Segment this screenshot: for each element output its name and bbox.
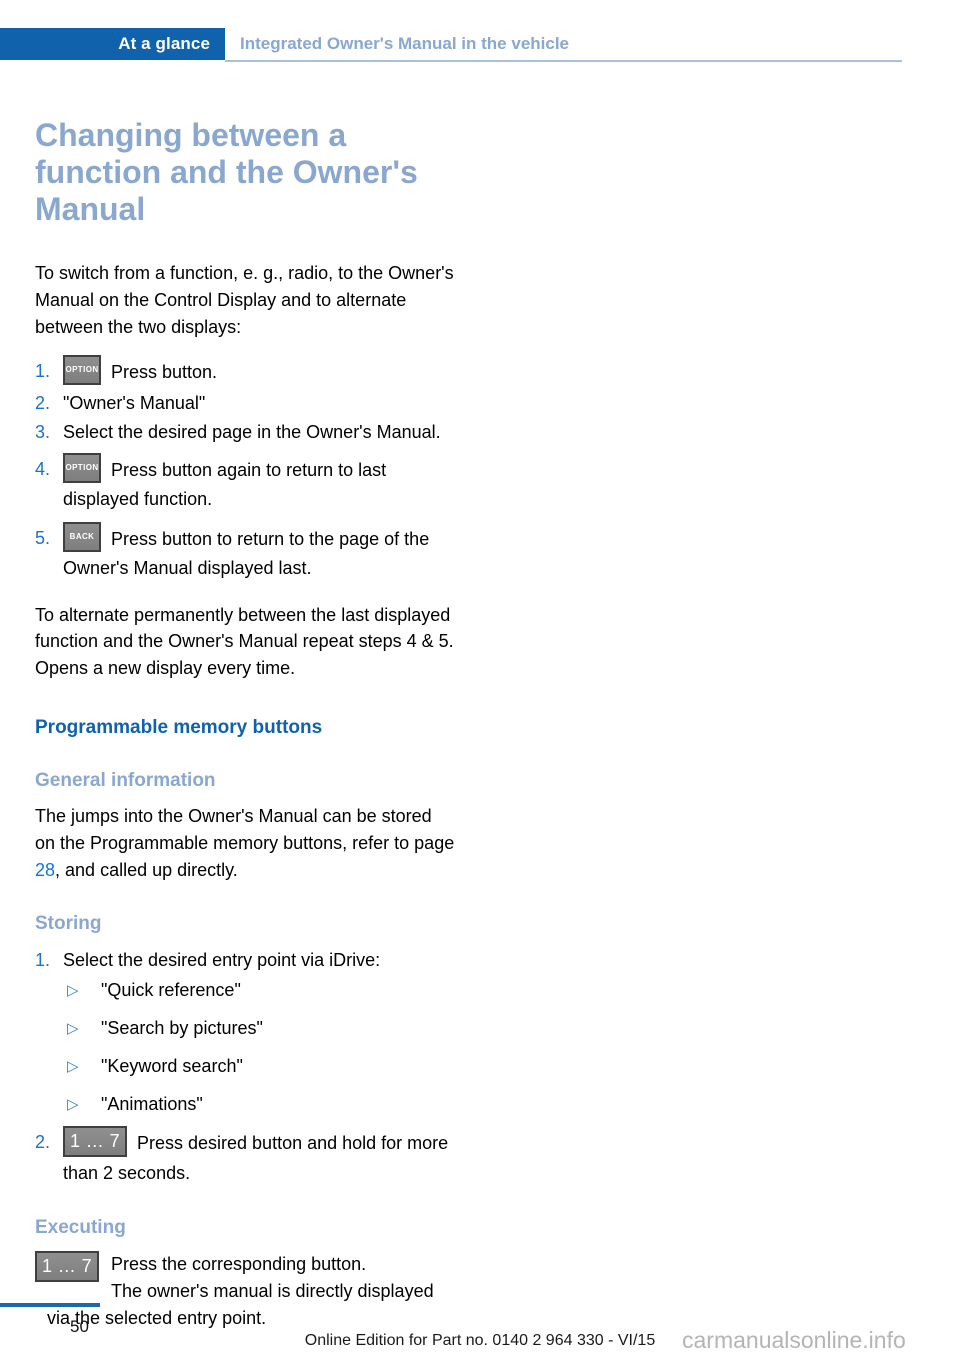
section-heading-changing: Changing between a function and the Owne… — [35, 117, 418, 228]
storing-steps-list: 1. Select the desired entry point via iD… — [35, 947, 455, 1187]
subsection-heading-general-information: General information — [35, 769, 216, 791]
option-label: "Search by pictures" — [101, 1018, 263, 1039]
memory-button-icon[interactable]: 1 … 7 — [63, 1125, 127, 1157]
header-divider-rule — [225, 60, 902, 62]
option-label: "Keyword search" — [101, 1055, 243, 1076]
step-item-5: 5. BACK Press button to return to the pag… — [35, 521, 455, 582]
general-text-before-ref: The jumps into the Owner's Manual can be… — [35, 806, 455, 854]
header-chapter-title: Integrated Owner's Manual in the vehicle — [240, 34, 570, 53]
option-label: "Quick reference" — [101, 980, 241, 1001]
step-item-1: 1. OPTION Press button. — [35, 355, 455, 388]
step-number: 1. — [35, 361, 51, 382]
executing-line-1: Press the corresponding button. — [111, 1254, 367, 1275]
step-number: 4. — [35, 458, 51, 479]
footer-divider-rule — [0, 1303, 100, 1307]
step-number: 5. — [35, 527, 51, 548]
step-number: 2. — [35, 393, 51, 414]
option-item-search-by-pictures[interactable]: ▷ "Search by pictures" — [63, 1015, 455, 1042]
page-reference-link[interactable]: 28 — [35, 860, 55, 880]
triangle-bullet-icon: ▷ — [67, 1095, 79, 1113]
header-tab-label: At a glance — [118, 34, 210, 53]
general-information-paragraph: The jumps into the Owner's Manual can be… — [35, 803, 455, 883]
option-item-quick-reference[interactable]: ▷ "Quick reference" — [63, 977, 455, 1004]
memory-button-icon[interactable]: 1 … 7 — [35, 1251, 99, 1283]
option-item-animations[interactable]: ▷ "Animations" — [63, 1091, 455, 1118]
executing-block: 1 … 7 Press the corresponding button. Th… — [35, 1251, 455, 1331]
subsection-heading-executing: Executing — [35, 1217, 126, 1239]
executing-line-2: The owner's manual is directly displayed… — [47, 1280, 434, 1328]
changing-steps-list: 1. OPTION Press button. 2. "Owner's Manua… — [35, 355, 455, 582]
storing-step-item-1: 1. Select the desired entry point via iD… — [35, 947, 455, 1118]
page-content: Changing between a function and the Owne… — [35, 96, 455, 1332]
step-text: Select the desired page in the Owner's M… — [63, 422, 441, 443]
header-section-tab: At a glance — [0, 28, 225, 60]
option-button-icon[interactable]: OPTION — [63, 452, 101, 483]
step-text: Press button again to return to last dis… — [63, 459, 387, 509]
step-text: Press button to return to the page of th… — [63, 528, 430, 578]
step-item-2: 2. "Owner's Manual" — [35, 390, 455, 417]
triangle-bullet-icon: ▷ — [67, 982, 79, 1000]
option-item-keyword-search[interactable]: ▷ "Keyword search" — [63, 1053, 455, 1080]
section-heading-memory-buttons: Programmable memory buttons — [35, 717, 323, 738]
step-text: "Owner's Manual" — [63, 393, 206, 414]
option-button-icon[interactable]: OPTION — [63, 355, 101, 386]
step-item-4: 4. OPTION Press button again to return to… — [35, 452, 455, 513]
changing-outro-paragraph: To alternate permanently between the las… — [35, 604, 454, 679]
changing-intro-paragraph: To switch from a function, e. g., radio,… — [35, 262, 454, 337]
storing-entry-point-options: ▷ "Quick reference" ▷ "Search by picture… — [63, 977, 455, 1117]
step-text: Select the desired entry point via iDriv… — [63, 949, 381, 970]
triangle-bullet-icon: ▷ — [67, 1057, 79, 1075]
step-number: 3. — [35, 422, 51, 443]
option-label: "Animations" — [101, 1093, 203, 1114]
step-number: 1. — [35, 949, 51, 970]
footer-edition-text: Online Edition for Part no. 0140 2 964 3… — [304, 1332, 656, 1349]
triangle-bullet-icon: ▷ — [67, 1020, 79, 1038]
step-item-3: 3. Select the desired page in the Owner'… — [35, 419, 455, 446]
back-button-icon[interactable]: BACK — [63, 521, 101, 552]
storing-step-item-2: 2. 1 … 7 Press desired button and hold fo… — [35, 1125, 455, 1187]
page-header: At a glance Integrated Owner's Manual in… — [0, 28, 960, 60]
subsection-heading-storing: Storing — [35, 912, 102, 934]
step-text: Press button. — [111, 362, 218, 383]
step-number: 2. — [35, 1131, 51, 1152]
general-text-after-ref: , and called up directly. — [55, 860, 238, 880]
